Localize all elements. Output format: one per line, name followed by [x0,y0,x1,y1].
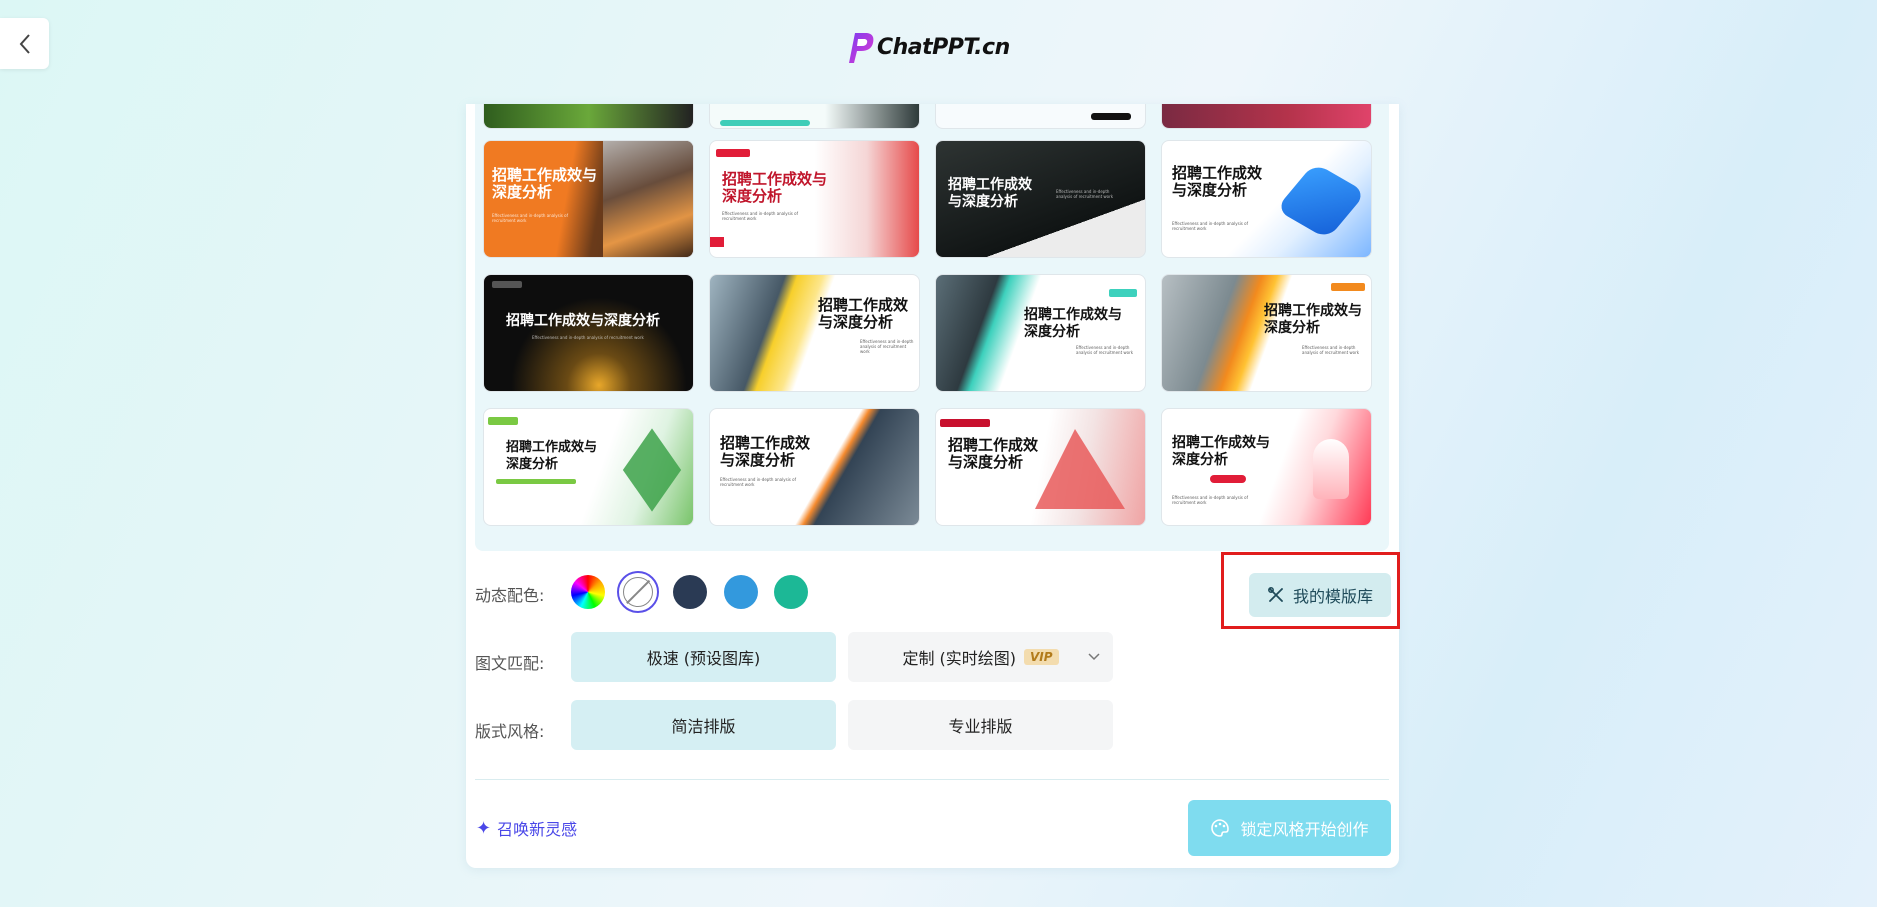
template-card[interactable] [1161,104,1372,129]
style-panel: 招聘工作成效与 深度分析 Effectiveness and in-depth a… [466,104,1400,868]
image-match-label: 图文匹配: [475,654,545,673]
template-title: 招聘工作成效与深度分析 [506,313,660,329]
template-card[interactable]: 招聘工作成效与深度分析 Effectiveness and in-depth a… [483,140,694,258]
divider [475,779,1389,780]
template-card[interactable]: 招聘工作成效与深度分析 [935,408,1146,526]
start-creation-label: 锁定风格开始创作 [1240,820,1369,839]
layout-style-label: 版式风格: [475,722,545,741]
logo-text: ChatPPT.cn [877,34,1010,60]
back-button[interactable] [0,18,49,69]
swatch-rainbow[interactable] [571,575,605,609]
template-card[interactable]: 招聘工作成效与深度分析 Effectiveness and in-depth a… [935,274,1146,392]
my-library-label: 我的模版库 [1292,587,1373,606]
template-card[interactable]: 招聘工作成效与深度分析 Effectiveness and in-depth a… [1161,140,1372,258]
color-row-label: 动态配色: [475,586,545,605]
swatch-blue[interactable] [724,575,758,609]
custom-option-label: 定制 (实时绘图) [902,649,1017,668]
my-library-button[interactable]: 我的模版库 [1249,573,1391,617]
image-match-custom-button[interactable]: 定制 (实时绘图) VIP [848,632,1113,682]
swatch-none[interactable] [617,571,659,613]
template-title: 招聘工作成效与深度分析 [1024,307,1122,340]
start-creation-button[interactable]: 锁定风格开始创作 [1188,800,1391,856]
template-title: 招聘工作成效与深度分析 [722,170,828,205]
template-card[interactable]: 招聘工作成效与深度分析 Effectiveness and in-depth a… [483,274,694,392]
template-title: 招聘工作成效与深度分析 [1264,303,1362,336]
template-grid: 招聘工作成效与 深度分析 Effectiveness and in-depth a… [475,104,1389,551]
template-title: 招聘工作成效与深度分析 [1172,435,1270,468]
template-title: 招聘工作成效与深度分析 [492,166,598,201]
chevron-down-icon [1088,653,1100,661]
template-card[interactable] [709,104,920,129]
no-color-icon [623,577,653,607]
swatch-navy[interactable] [673,575,707,609]
template-card[interactable]: 招聘工作成效与深度分析 [483,408,694,526]
tools-icon [1268,587,1283,602]
logo-mark-icon [849,33,874,63]
template-title: 招聘工作成效与深度分析 [720,434,811,469]
decorative-shape [1035,429,1125,509]
template-card[interactable]: 招聘工作成效与深度分析 Effectiveness and in-depth a… [1161,274,1372,392]
template-card[interactable] [935,104,1146,129]
chevron-left-icon [19,33,30,54]
template-title: 招聘工作成效与深度分析 [506,440,598,472]
template-card[interactable]: 招聘工作成效与深度分析 Effectiveness and in-depth a… [1161,408,1372,526]
layout-professional-button[interactable]: 专业排版 [848,700,1113,750]
inspire-button[interactable]: ✦ 召唤新灵感 [476,816,577,840]
chatppt-logo[interactable]: ChatPPT.cn [843,27,1010,67]
palette-icon [1211,819,1230,837]
template-title: 招聘工作成效与深度分析 [1172,164,1263,199]
template-title: 招聘工作成效与深度分析 [818,296,909,331]
image-match-fast-button[interactable]: 极速 (预设图库) [571,632,836,682]
vip-badge: VIP [1024,649,1059,665]
template-card[interactable] [483,104,694,129]
template-title: 招聘工作成效与深度分析 [948,436,1039,471]
my-library-highlight: 我的模版库 [1221,552,1400,629]
template-card[interactable]: 招聘工作成效与深度分析 Effectiveness and in-depth a… [709,274,920,392]
layout-simple-button[interactable]: 简洁排版 [571,700,836,750]
template-card[interactable]: 招聘工作成效与深度分析 Effectiveness and in-depth a… [935,140,1146,258]
sparkle-icon: ✦ [476,817,492,839]
template-card[interactable]: 招聘工作成效与深度分析 Effectiveness and in-depth a… [709,140,920,258]
inspire-label: 召唤新灵感 [497,820,578,839]
swatch-teal[interactable] [774,575,808,609]
template-title: 招聘工作成效与深度分析 [948,177,1032,210]
template-card[interactable]: 招聘工作成效与深度分析 Effectiveness and in-depth a… [709,408,920,526]
